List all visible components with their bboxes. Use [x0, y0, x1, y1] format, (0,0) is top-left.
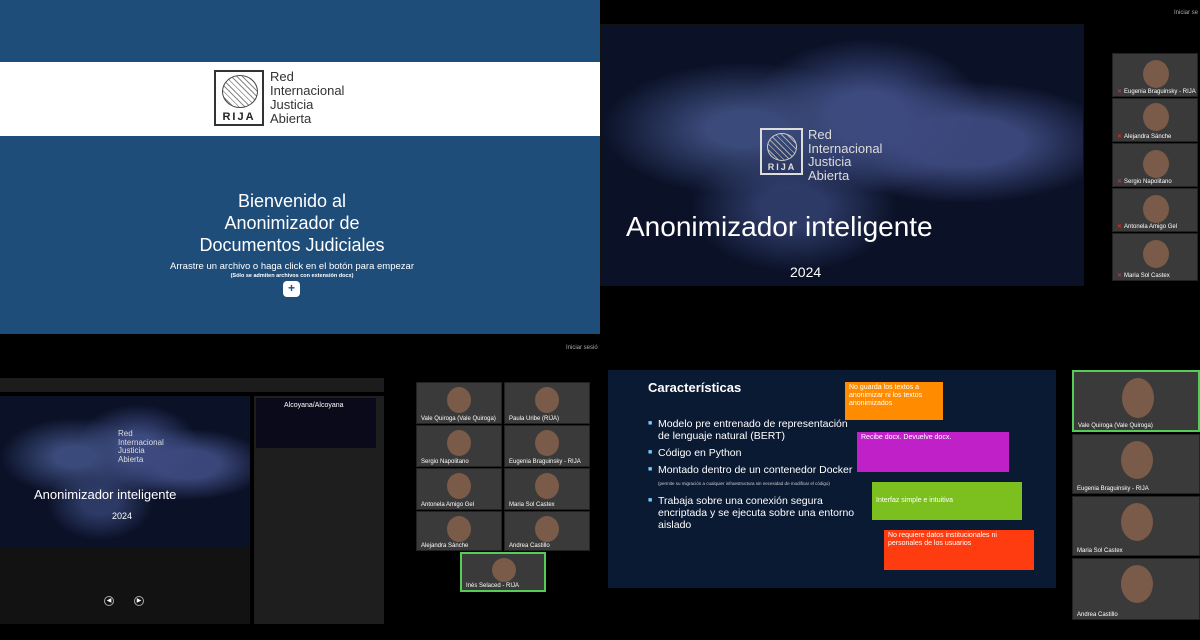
list-item: Trabaja sobre una conexión segura encrip… — [648, 495, 858, 531]
participant-tile[interactable]: ✕ Alejandra Sánche — [1112, 98, 1198, 142]
logo-text: Red Internacional Justicia Abierta — [270, 69, 345, 126]
participant-tile[interactable]: ✕ Eugenia Braguinsky - RIJA — [1112, 53, 1198, 97]
globe-icon — [222, 75, 258, 108]
mic-muted-icon: ✕ — [1117, 224, 1123, 230]
slide-logo-text: Red Internacional Justicia Abierta — [808, 127, 883, 183]
participant-tile[interactable]: Eugenia Braguinsky - RIJA — [504, 425, 590, 467]
participant-tile[interactable]: Maria Sol Castex — [504, 468, 590, 510]
slide-title: Anonimizador inteligente — [34, 487, 177, 502]
upload-button[interactable]: + — [283, 281, 300, 297]
mic-muted-icon: ✕ — [1117, 89, 1123, 95]
slide-year: 2024 — [790, 264, 822, 280]
slide-title: Anonimizador inteligente — [626, 211, 933, 242]
next-slide-button[interactable]: ▶ — [134, 596, 144, 606]
mic-muted-icon: ✕ — [1117, 134, 1123, 140]
next-slide-title: Alcoyana/Alcoyana — [284, 402, 344, 409]
participant-tile-active-speaker[interactable]: Vale Quiroga (Vale Quiroga) — [1072, 370, 1200, 432]
next-slide-preview[interactable]: Alcoyana/Alcoyana — [256, 398, 376, 448]
mic-muted-icon: ✕ — [1117, 179, 1123, 185]
participant-tile-active-speaker[interactable]: Inés Selaced - RIJA — [460, 552, 546, 592]
participant-tile[interactable]: Paula Uribe (RIJA) — [504, 382, 590, 424]
participant-tile[interactable]: Andrea Castillo — [1072, 558, 1200, 620]
logo-mark: RIJA — [222, 111, 256, 123]
list-item: Código en Python — [648, 447, 858, 459]
presenter-controls: ◀ ▶ — [0, 548, 250, 624]
globe-icon — [767, 133, 797, 161]
participant-tile[interactable]: Andrea Castillo — [504, 511, 590, 551]
zoom-presenter-view: Iniciar sesió Red Internacional Justicia… — [0, 340, 600, 640]
zoom-presentation-view-1: Iniciar se RIJA Red Internacional Justic… — [600, 0, 1200, 340]
slide-heading: Características — [648, 380, 742, 395]
feature-box: No guarda los textos a anonimizar ni los… — [845, 382, 943, 420]
slide-year: 2024 — [112, 511, 133, 521]
avatar — [1143, 195, 1169, 223]
feature-box: Interfaz simple e intuitiva — [872, 482, 1022, 520]
anonimizador-web-app: RIJA Red Internacional Justicia Abierta … — [0, 0, 600, 334]
participant-tile[interactable]: ✕ Maria Sol Castex — [1112, 233, 1198, 281]
slide-logo: RIJA — [760, 128, 803, 175]
drag-instruction: Arrastre un archivo o haga click en el b… — [170, 261, 414, 272]
current-slide — [0, 396, 250, 548]
participant-tile[interactable]: Eugenia Braguinsky - RIJA — [1072, 434, 1200, 494]
feature-box: Recibe docx. Devuelve docx. — [857, 432, 1009, 472]
avatar — [1143, 240, 1169, 268]
welcome-title: Bienvenido al Anonimizador de Documentos… — [199, 191, 385, 255]
participant-tile[interactable]: ✕ Sergio Napolitano — [1112, 143, 1198, 187]
feature-box: No requiere datos institucionales ni per… — [884, 530, 1034, 570]
participant-tile[interactable]: Maria Sol Castex — [1072, 496, 1200, 556]
participant-tile[interactable]: Sergio Napolitano — [416, 425, 502, 467]
mic-muted-icon: ✕ — [1117, 273, 1123, 279]
participant-tile[interactable]: Vale Quiroga (Vale Quiroga) — [416, 382, 502, 424]
participant-tile[interactable]: ✕ Antonela Amigo Gel — [1112, 188, 1198, 232]
zoom-presentation-view-2: Características Modelo pre entrenado de … — [600, 340, 1200, 640]
rija-logo: RIJA — [214, 70, 264, 126]
prev-slide-button[interactable]: ◀ — [104, 596, 114, 606]
signin-label[interactable]: Iniciar sesió — [566, 345, 598, 351]
signin-label[interactable]: Iniciar se — [1174, 10, 1198, 16]
slide-logo-text: Red Internacional Justicia Abierta — [118, 429, 164, 464]
extension-note: (Sólo se admiten archivos con extensión … — [230, 273, 354, 279]
list-item: Montado dentro de un contenedor Docker (… — [648, 464, 858, 490]
avatar — [1143, 150, 1169, 178]
participant-tile[interactable]: Alejandra Sánche — [416, 511, 502, 551]
presenter-toolbar — [0, 378, 384, 392]
participant-tile[interactable]: Antonela Amigo Gel — [416, 468, 502, 510]
list-item: Modelo pre entrenado de representación d… — [648, 418, 858, 442]
features-list: Modelo pre entrenado de representación d… — [648, 418, 858, 536]
avatar — [1143, 103, 1169, 131]
avatar — [1143, 60, 1169, 88]
